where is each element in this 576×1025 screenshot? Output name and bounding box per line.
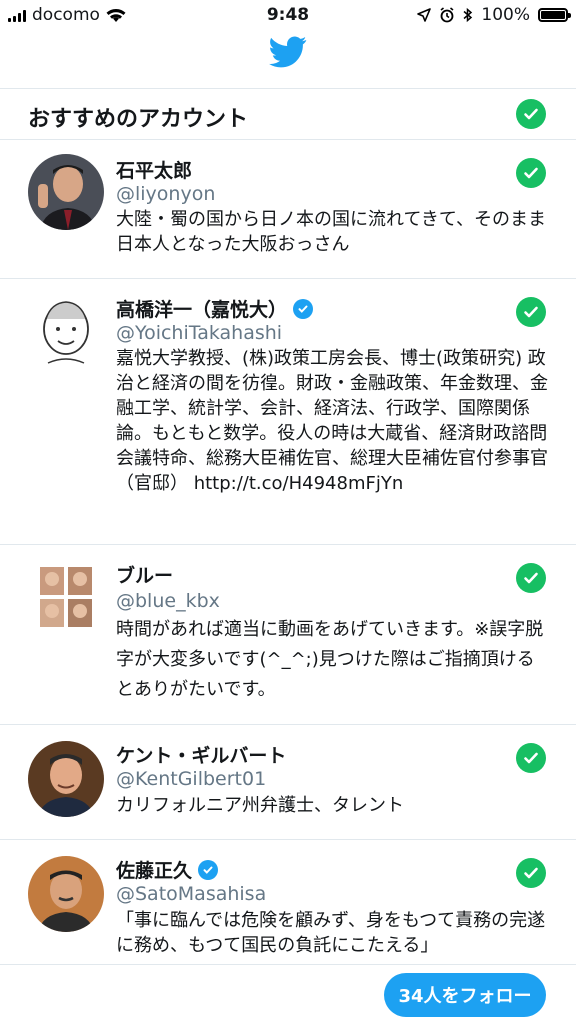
follow-check-icon[interactable]	[516, 743, 546, 773]
account-row[interactable]: ケント・ギルバート @KentGilbert01 カリフォルニア州弁護士、タレン…	[0, 725, 576, 840]
account-row[interactable]: 佐藤正久 @SatoMasahisa 「事に臨んでは危険を顧みず、身をもつて責務…	[0, 840, 576, 970]
footer-bar: 34人をフォロー	[0, 964, 576, 1025]
select-all-check-icon[interactable]	[516, 99, 546, 129]
account-handle: @YoichiTakahashi	[116, 322, 283, 344]
alarm-icon	[440, 7, 454, 23]
avatar[interactable]	[28, 154, 104, 230]
recommended-accounts-header: おすすめのアカウント	[0, 88, 576, 140]
account-row[interactable]: 石平太郎 @liyonyon 大陸・蜀の国から日ノ本の国に流れてきて、そのまま日…	[0, 140, 576, 279]
account-list: 石平太郎 @liyonyon 大陸・蜀の国から日ノ本の国に流れてきて、そのまま日…	[0, 140, 576, 970]
account-bio: 時間があれば適当に動画をあげていきます。※誤字脱字が大変多いです(^_^;)見つ…	[116, 619, 544, 700]
account-handle: @KentGilbert01	[116, 768, 267, 790]
follow-check-icon[interactable]	[516, 158, 546, 188]
status-bar: docomo 9:48 100%	[0, 0, 576, 30]
avatar[interactable]	[28, 293, 104, 369]
account-bio: 「事に臨んでは危険を顧みず、身をもつて責務の完遂に務め、もつて国民の負託にこたえ…	[116, 910, 546, 956]
avatar[interactable]	[28, 559, 104, 635]
follow-check-icon[interactable]	[516, 858, 546, 888]
account-name[interactable]: ケント・ギルバート	[116, 741, 286, 768]
follow-all-button[interactable]: 34人をフォロー	[384, 973, 546, 1017]
header-title: おすすめのアカウント	[28, 107, 249, 132]
follow-check-icon[interactable]	[516, 297, 546, 327]
twitter-logo-icon	[0, 36, 576, 76]
account-bio: 大陸・蜀の国から日ノ本の国に流れてきて、そのまま日本人となった大阪おっさん	[116, 209, 547, 255]
account-handle: @blue_kbx	[116, 590, 220, 612]
avatar[interactable]	[28, 741, 104, 817]
account-name[interactable]: 石平太郎	[116, 156, 192, 183]
battery-percent: 100%	[481, 5, 530, 25]
account-row[interactable]: 高橋洋一（嘉悦大） @YoichiTakahashi 嘉悦大学教授、(株)政策工…	[0, 279, 576, 545]
account-handle: @liyonyon	[116, 183, 216, 205]
battery-icon	[538, 8, 571, 22]
account-handle: @SatoMasahisa	[116, 883, 267, 905]
location-icon	[417, 8, 432, 22]
avatar[interactable]	[28, 856, 104, 932]
account-name[interactable]: 高橋洋一（嘉悦大）	[116, 295, 314, 322]
account-name[interactable]: ブルー	[116, 561, 173, 588]
account-row[interactable]: ブルー @blue_kbx 時間があれば適当に動画をあげていきます。※誤字脱字が…	[0, 545, 576, 725]
account-bio: 嘉悦大学教授、(株)政策工房会長、博士(政策研究) 政治と経済の間を彷徨。財政・…	[116, 348, 548, 494]
account-bio: カリフォルニア州弁護士、タレント	[116, 795, 404, 816]
verified-badge-icon	[198, 859, 219, 880]
bluetooth-icon	[463, 7, 473, 23]
account-name[interactable]: 佐藤正久	[116, 856, 219, 883]
verified-badge-icon	[293, 298, 314, 319]
follow-check-icon[interactable]	[516, 563, 546, 593]
